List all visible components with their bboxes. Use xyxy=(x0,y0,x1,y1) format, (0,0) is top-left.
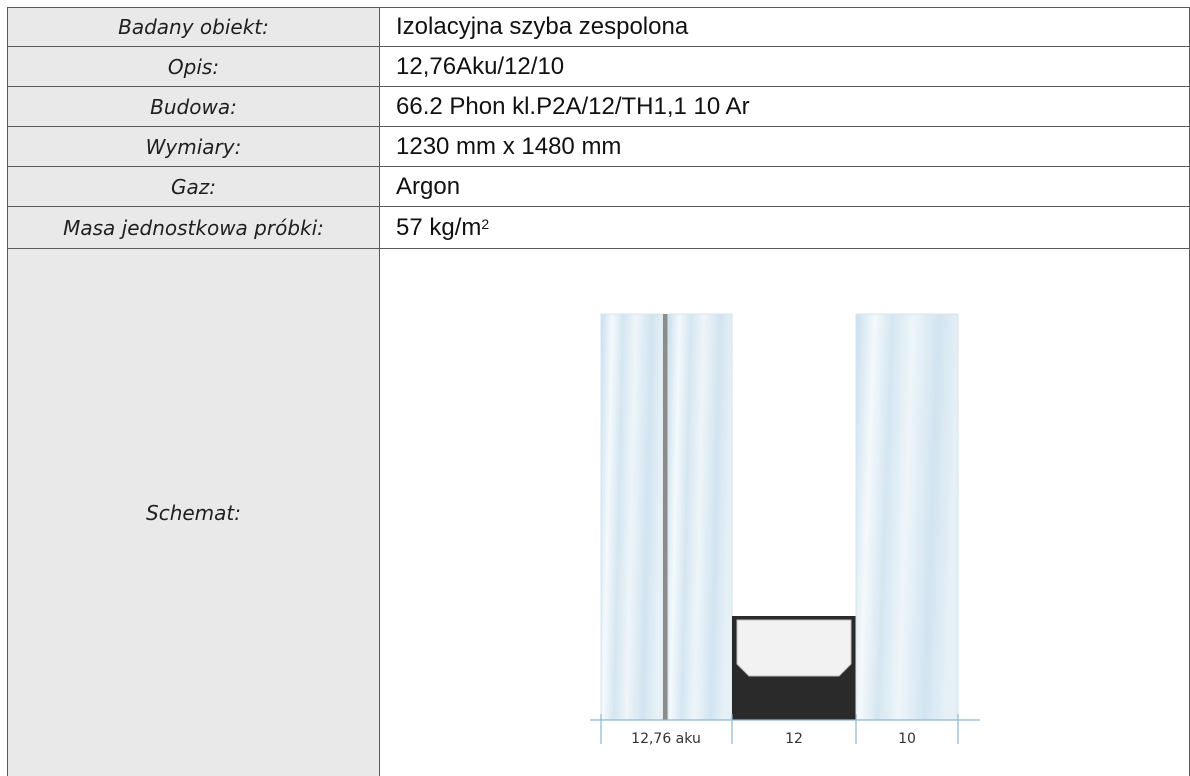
row-wymiary: Wymiary: 1230 mm x 1480 mm xyxy=(7,127,1190,167)
value-masa: 57 kg/m 2 xyxy=(380,207,1190,249)
row-budowa: Budowa: 66.2 Phon kl.P2A/12/TH1,1 10 Ar xyxy=(7,87,1190,127)
value-masa-text: 57 kg/m xyxy=(396,213,482,241)
dim-label-single: 10 xyxy=(898,731,916,747)
value-gaz: Argon xyxy=(380,167,1190,207)
glazing-schematic: 12,76 aku 12 10 xyxy=(590,313,980,747)
value-budowa: 66.2 Phon kl.P2A/12/TH1,1 10 Ar xyxy=(380,87,1190,127)
value-masa-exponent: 2 xyxy=(481,215,490,232)
label-gaz: Gaz: xyxy=(7,167,380,207)
dim-label-laminated: 12,76 aku xyxy=(631,731,701,747)
row-badany-obiekt: Badany obiekt: Izolacyjna szyba zespolon… xyxy=(7,7,1190,47)
label-schemat: Schemat: xyxy=(7,249,380,776)
row-opis: Opis: 12,76Aku/12/10 xyxy=(7,47,1190,87)
label-masa: Masa jednostkowa próbki: xyxy=(7,207,380,249)
spacer-bar xyxy=(732,616,856,720)
label-wymiary: Wymiary: xyxy=(7,127,380,167)
single-glass-pane xyxy=(855,313,959,721)
value-wymiary: 1230 mm x 1480 mm xyxy=(380,127,1190,167)
laminated-glass-left-sheet xyxy=(600,313,664,721)
label-opis: Opis: xyxy=(7,47,380,87)
row-masa: Masa jednostkowa próbki: 57 kg/m 2 xyxy=(7,207,1190,249)
label-budowa: Budowa: xyxy=(7,87,380,127)
pvb-interlayer xyxy=(663,314,668,720)
value-badany-obiekt: Izolacyjna szyba zespolona xyxy=(380,7,1190,47)
dim-label-gap: 12 xyxy=(785,731,803,747)
label-badany-obiekt: Badany obiekt: xyxy=(7,7,380,47)
value-opis: 12,76Aku/12/10 xyxy=(380,47,1190,87)
laminated-glass-right-sheet xyxy=(667,313,733,721)
row-gaz: Gaz: Argon xyxy=(7,167,1190,207)
